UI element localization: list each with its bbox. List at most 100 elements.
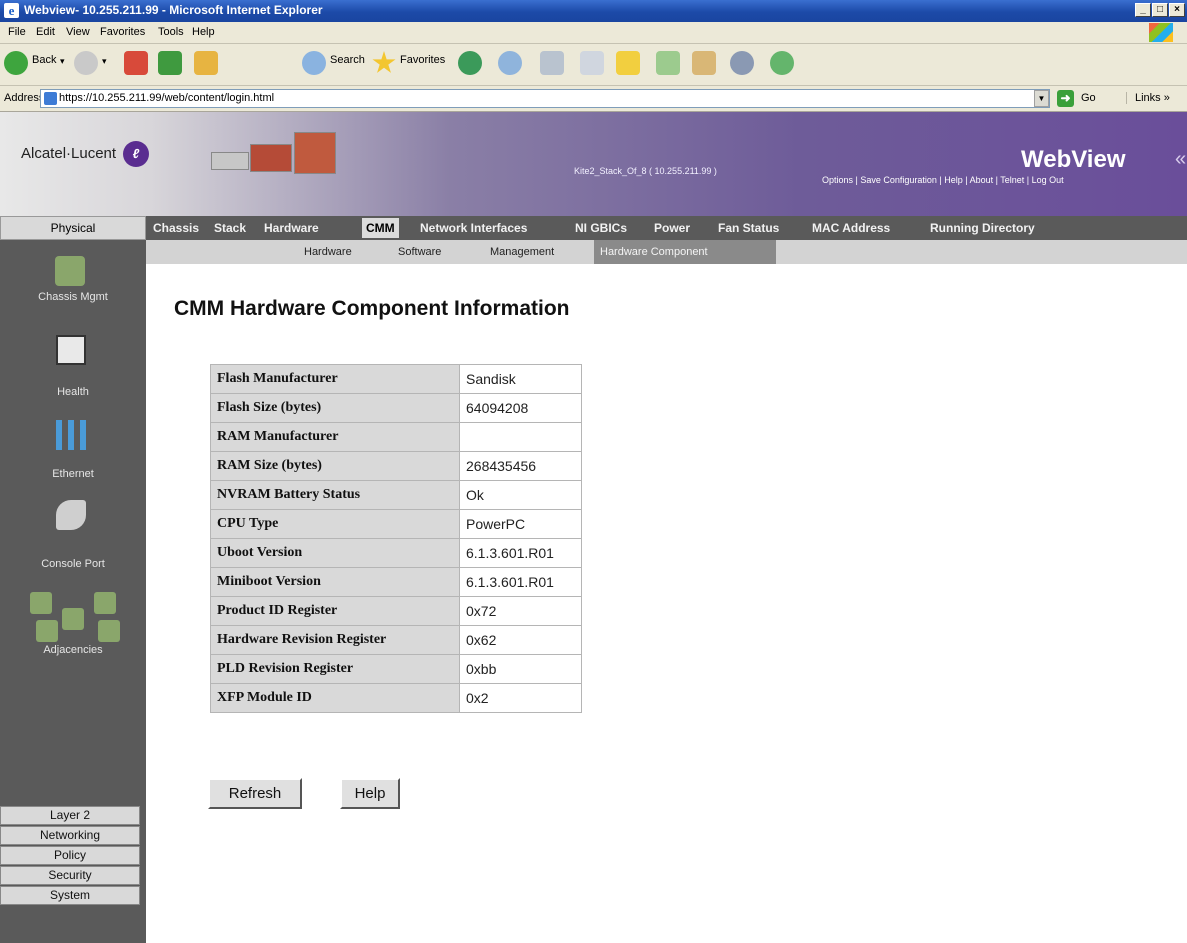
refresh-button[interactable]: Refresh: [208, 778, 302, 809]
row-label: RAM Manufacturer: [210, 422, 460, 452]
home-icon[interactable]: [194, 51, 218, 75]
address-url[interactable]: https://10.255.211.99/web/content/login.…: [59, 92, 274, 104]
minimize-button[interactable]: _: [1135, 3, 1151, 17]
menu-edit[interactable]: Edit: [36, 26, 55, 38]
table-row: NVRAM Battery Status Ok: [210, 480, 582, 510]
go-button[interactable]: Go: [1081, 92, 1096, 104]
adjacency-node-icon: [98, 620, 120, 642]
sidebar-item-adjacencies[interactable]: Adjacencies: [0, 644, 146, 656]
sidebar-item-console-port[interactable]: Console Port: [0, 558, 146, 570]
hardware-image-3: [294, 132, 336, 174]
table-row: PLD Revision Register 0xbb: [210, 654, 582, 684]
table-row: Flash Manufacturer Sandisk: [210, 364, 582, 394]
row-label: Flash Size (bytes): [210, 393, 460, 423]
menu-file[interactable]: File: [8, 26, 26, 38]
hardware-image-1: [211, 152, 249, 170]
media-icon[interactable]: [692, 51, 716, 75]
nav-fan-status[interactable]: Fan Status: [718, 221, 779, 235]
sidebar-policy-button[interactable]: Policy: [0, 846, 140, 865]
forward-dropdown-icon[interactable]: ▾: [102, 56, 107, 67]
row-value: 0x72: [459, 596, 582, 626]
refresh-icon[interactable]: [158, 51, 182, 75]
forward-arrow-icon[interactable]: [74, 51, 98, 75]
alcatel-logo-icon: ℓ: [123, 141, 149, 167]
table-row: RAM Manufacturer: [210, 422, 582, 452]
window-title-bar[interactable]: e Webview- 10.255.211.99 - Microsoft Int…: [0, 0, 1187, 22]
maximize-button[interactable]: □: [1152, 3, 1168, 17]
favorites-button[interactable]: Favorites: [400, 54, 445, 66]
favorites-star-icon[interactable]: [372, 51, 396, 73]
research-icon[interactable]: [656, 51, 680, 75]
sidebar-layer2-button[interactable]: Layer 2: [0, 806, 140, 825]
row-value: Ok: [459, 480, 582, 510]
search-icon[interactable]: [302, 51, 326, 75]
subnav-hardware[interactable]: Hardware: [304, 246, 352, 258]
row-value: [459, 422, 582, 452]
nav-power[interactable]: Power: [654, 221, 690, 235]
top-links[interactable]: Options | Save Configuration | Help | Ab…: [822, 175, 1064, 185]
health-icon[interactable]: [56, 335, 86, 365]
print-icon[interactable]: [540, 51, 564, 75]
window-title: Webview- 10.255.211.99 - Microsoft Inter…: [24, 3, 323, 17]
table-row: Miniboot Version 6.1.3.601.R01: [210, 567, 582, 597]
nav-hardware[interactable]: Hardware: [264, 221, 319, 235]
nav-cmm[interactable]: CMM: [362, 218, 399, 238]
messenger-icon[interactable]: [730, 51, 754, 75]
nav-running-directory[interactable]: Running Directory: [930, 221, 1035, 235]
adjacency-node-icon: [62, 608, 84, 630]
table-row: Flash Size (bytes) 64094208: [210, 393, 582, 423]
back-button[interactable]: Back: [32, 54, 56, 66]
sidebar-system-button[interactable]: System: [0, 886, 140, 905]
menu-favorites[interactable]: Favorites: [100, 26, 145, 38]
row-value: 0xbb: [459, 654, 582, 684]
menu-tools[interactable]: Tools: [158, 26, 184, 38]
mail-icon[interactable]: [498, 51, 522, 75]
sidebar-networking-button[interactable]: Networking: [0, 826, 140, 845]
row-label: XFP Module ID: [210, 683, 460, 713]
subnav-hardware-component[interactable]: Hardware Component: [594, 240, 776, 264]
subnav-software[interactable]: Software: [398, 246, 441, 258]
subnav-management[interactable]: Management: [490, 246, 554, 258]
left-sidebar: Chassis Mgmt Health Ethernet Console Por…: [0, 240, 146, 943]
nav-ni-gbics[interactable]: NI GBICs: [575, 221, 627, 235]
edit-icon[interactable]: [580, 51, 604, 75]
search-button[interactable]: Search: [330, 54, 365, 66]
sidebar-security-button[interactable]: Security: [0, 866, 140, 885]
nav-mac-address[interactable]: MAC Address: [812, 221, 890, 235]
folder-icon[interactable]: [616, 51, 640, 75]
sub-nav-bar: Hardware Software Management Hardware Co…: [146, 240, 1187, 264]
row-value: 268435456: [459, 451, 582, 481]
menu-bar: File Edit View Favorites Tools Help: [0, 22, 1187, 44]
menu-view[interactable]: View: [66, 26, 90, 38]
chassis-mgmt-icon[interactable]: [55, 256, 85, 286]
address-dropdown-icon[interactable]: ▼: [1034, 90, 1049, 107]
contacts-icon[interactable]: [770, 51, 794, 75]
tab-physical[interactable]: Physical: [0, 216, 146, 240]
ethernet-icon[interactable]: [56, 420, 86, 450]
go-arrow-icon[interactable]: ➜: [1057, 90, 1074, 107]
ie-logo-icon: e: [4, 3, 19, 18]
menu-help[interactable]: Help: [192, 26, 215, 38]
address-bar: Address https://10.255.211.99/web/conten…: [0, 86, 1187, 112]
console-port-icon[interactable]: [56, 500, 86, 530]
row-value: 6.1.3.601.R01: [459, 538, 582, 568]
close-button[interactable]: ×: [1169, 3, 1185, 17]
device-name: Kite2_Stack_Of_8 ( 10.255.211.99 ): [574, 166, 717, 176]
stop-icon[interactable]: [124, 51, 148, 75]
sidebar-item-chassis-mgmt[interactable]: Chassis Mgmt: [0, 291, 146, 303]
nav-stack[interactable]: Stack: [214, 221, 246, 235]
sidebar-item-health[interactable]: Health: [0, 386, 146, 398]
nav-network-interfaces[interactable]: Network Interfaces: [420, 221, 527, 235]
links-button[interactable]: Links »: [1126, 92, 1170, 104]
nav-chassis[interactable]: Chassis: [153, 221, 199, 235]
row-value: PowerPC: [459, 509, 582, 539]
back-dropdown-icon[interactable]: ▾: [60, 56, 65, 67]
help-button[interactable]: Help: [340, 778, 400, 809]
webview-banner: Alcatel·Lucent ℓ Kite2_Stack_Of_8 ( 10.2…: [0, 112, 1187, 216]
history-icon[interactable]: [458, 51, 482, 75]
row-label: Miniboot Version: [210, 567, 460, 597]
address-label: Address: [4, 92, 45, 104]
sidebar-item-ethernet[interactable]: Ethernet: [0, 468, 146, 480]
back-arrow-icon[interactable]: [4, 51, 28, 75]
address-input[interactable]: https://10.255.211.99/web/content/login.…: [40, 89, 1050, 108]
